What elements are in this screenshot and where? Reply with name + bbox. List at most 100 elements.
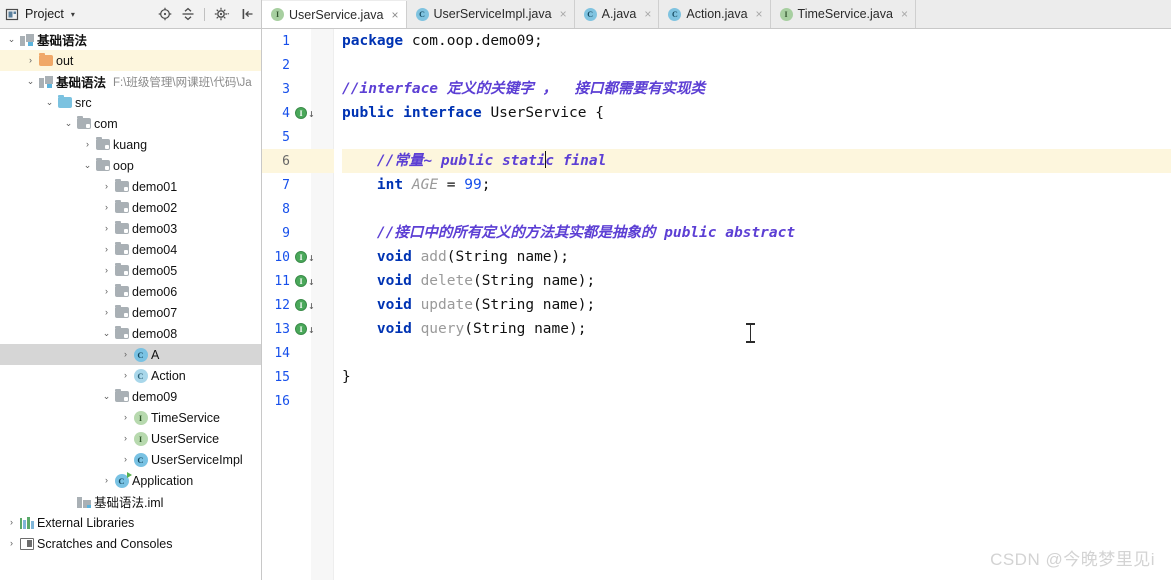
chevron-down-icon[interactable]: ⌄: [81, 161, 94, 170]
locate-icon[interactable]: [158, 7, 172, 21]
chevron-down-icon[interactable]: ⌄: [5, 35, 18, 44]
project-tree[interactable]: ⌄ 基础语法 › out ⌄ 基础语法 F:\班级管理\网课班\代码\Ja ⌄ src ⌄ com ›…: [0, 29, 262, 580]
chevron-down-icon[interactable]: ⌄: [24, 77, 37, 86]
tree-item-label: demo08: [132, 326, 178, 341]
chevron-right-icon[interactable]: ›: [119, 455, 132, 464]
comment-constant-a: //常量~ public stati: [376, 153, 546, 169]
tree-item-icon: C: [132, 347, 149, 362]
tree-item-src[interactable]: ⌄ src: [0, 92, 261, 113]
chevron-right-icon[interactable]: ›: [100, 287, 113, 296]
implemented-marker[interactable]: I ↓: [295, 297, 323, 313]
close-icon[interactable]: ×: [901, 7, 908, 21]
editor-tab-timeservice-java[interactable]: I TimeService.java ×: [770, 0, 916, 28]
editor-tab-userservice-java[interactable]: I UserService.java ×: [262, 1, 407, 28]
watermark: CSDN @今晚梦里见i: [990, 550, 1155, 569]
close-icon[interactable]: ×: [756, 7, 763, 21]
editor-tab-userserviceimpl-java[interactable]: C UserServiceImpl.java ×: [406, 0, 575, 28]
tree-item-Scratches-and-Consoles[interactable]: › Scratches and Consoles: [0, 533, 261, 554]
line-number: 6: [282, 153, 290, 169]
tree-item-demo09[interactable]: ⌄ demo09: [0, 386, 261, 407]
tree-item-icon: I: [132, 431, 149, 446]
chevron-right-icon[interactable]: ›: [119, 413, 132, 422]
gear-icon[interactable]: [214, 7, 232, 21]
chevron-down-icon[interactable]: ⌄: [100, 392, 113, 401]
tree-item-Action[interactable]: › C Action: [0, 365, 261, 386]
chevron-right-icon[interactable]: ›: [119, 371, 132, 380]
implementation-icon[interactable]: I: [295, 323, 307, 335]
tree-item-demo02[interactable]: › demo02: [0, 197, 261, 218]
tree-item-com[interactable]: ⌄ com: [0, 113, 261, 134]
chevron-right-icon[interactable]: ›: [100, 203, 113, 212]
implementation-icon[interactable]: I: [295, 251, 307, 263]
tree-item-demo07[interactable]: › demo07: [0, 302, 261, 323]
interface-icon: I: [271, 8, 284, 21]
chevron-right-icon[interactable]: ›: [100, 476, 113, 485]
gutter-line-9: 9: [262, 221, 334, 245]
project-panel-title: Project: [25, 7, 64, 21]
hide-panel-icon[interactable]: [241, 7, 255, 21]
chevron-right-icon[interactable]: ›: [100, 308, 113, 317]
module-icon: [19, 33, 34, 46]
method-add: add: [420, 249, 447, 265]
tree-item-UserServiceImpl[interactable]: › C UserServiceImpl: [0, 449, 261, 470]
chevron-down-icon[interactable]: ⌄: [100, 329, 113, 338]
line-number: 16: [274, 393, 290, 409]
editor-tab-a-java[interactable]: C A.java ×: [574, 0, 660, 28]
tree-item-demo08[interactable]: ⌄ demo08: [0, 323, 261, 344]
tree-item-icon: [94, 157, 111, 171]
chevron-right-icon[interactable]: ›: [100, 266, 113, 275]
code-content[interactable]: package com.oop.demo09; //interface 定义的关…: [334, 29, 1171, 580]
tree-item-label: demo04: [132, 242, 178, 257]
tree-item-demo01[interactable]: › demo01: [0, 176, 261, 197]
arrow-down-icon: ↓: [308, 298, 315, 312]
implemented-marker[interactable]: I ↓: [295, 321, 323, 337]
tree-item-kuang[interactable]: › kuang: [0, 134, 261, 155]
implementation-icon[interactable]: I: [295, 107, 307, 119]
close-icon[interactable]: ×: [644, 7, 651, 21]
chevron-right-icon[interactable]: ›: [5, 539, 18, 548]
tree-item-External-Libraries[interactable]: › External Libraries: [0, 512, 261, 533]
editor-gutter[interactable]: 1 2 3 4 I ↓ 5 6 7 8 9 10 I ↓ 11 I ↓ 12 I ↓ 13 I ↓ 14 15 16: [262, 29, 334, 580]
chevron-right-icon[interactable]: ›: [24, 56, 37, 65]
chevron-right-icon[interactable]: ›: [5, 518, 18, 527]
close-icon[interactable]: ×: [560, 7, 567, 21]
tree-item-A[interactable]: › C A: [0, 344, 261, 365]
chevron-down-icon[interactable]: ⌄: [43, 98, 56, 107]
package-name: com.oop.demo09;: [403, 33, 543, 49]
chevron-down-icon[interactable]: ⌄: [62, 119, 75, 128]
collapse-all-icon[interactable]: [181, 7, 195, 21]
tree-item-oop[interactable]: ⌄ oop: [0, 155, 261, 176]
tree-item-基础语法[interactable]: ⌄ 基础语法 F:\班级管理\网课班\代码\Ja: [0, 71, 261, 92]
implemented-marker[interactable]: I ↓: [295, 249, 323, 265]
chevron-right-icon[interactable]: ›: [100, 182, 113, 191]
code-editor[interactable]: 1 2 3 4 I ↓ 5 6 7 8 9 10 I ↓ 11 I ↓ 12 I ↓ 13 I ↓ 14 15 16 packag…: [262, 29, 1171, 580]
tree-item-path: F:\班级管理\网课班\代码\Ja: [113, 76, 252, 89]
editor-tab-action-java[interactable]: C Action.java ×: [659, 0, 771, 28]
implemented-marker[interactable]: I ↓: [295, 105, 323, 121]
package-icon: [114, 241, 129, 255]
implemented-marker[interactable]: I ↓: [295, 273, 323, 289]
chevron-right-icon[interactable]: ›: [119, 434, 132, 443]
chevron-right-icon[interactable]: ›: [100, 224, 113, 233]
chevron-down-icon[interactable]: ▾: [71, 10, 75, 19]
tree-item-UserService[interactable]: › I UserService: [0, 428, 261, 449]
tree-item-out[interactable]: › out: [0, 50, 261, 71]
chevron-right-icon[interactable]: ›: [81, 140, 94, 149]
tree-item-基础语法-iml[interactable]: 基础语法.iml: [0, 491, 261, 512]
line-number: 7: [282, 177, 290, 193]
tree-item-TimeService[interactable]: › I TimeService: [0, 407, 261, 428]
chevron-right-icon[interactable]: ›: [100, 245, 113, 254]
tree-item-demo04[interactable]: › demo04: [0, 239, 261, 260]
tree-item-demo03[interactable]: › demo03: [0, 218, 261, 239]
tree-item-demo06[interactable]: › demo06: [0, 281, 261, 302]
code-line-13: void query(String name);: [342, 317, 1171, 341]
tree-item-demo05[interactable]: › demo05: [0, 260, 261, 281]
tree-item-基础语法[interactable]: ⌄ 基础语法: [0, 29, 261, 50]
tree-item-Application[interactable]: › C Application: [0, 470, 261, 491]
chevron-right-icon[interactable]: ›: [119, 350, 132, 359]
implementation-icon[interactable]: I: [295, 275, 307, 287]
implementation-icon[interactable]: I: [295, 299, 307, 311]
tree-item-label: demo06: [132, 284, 178, 299]
close-icon[interactable]: ×: [391, 8, 398, 22]
